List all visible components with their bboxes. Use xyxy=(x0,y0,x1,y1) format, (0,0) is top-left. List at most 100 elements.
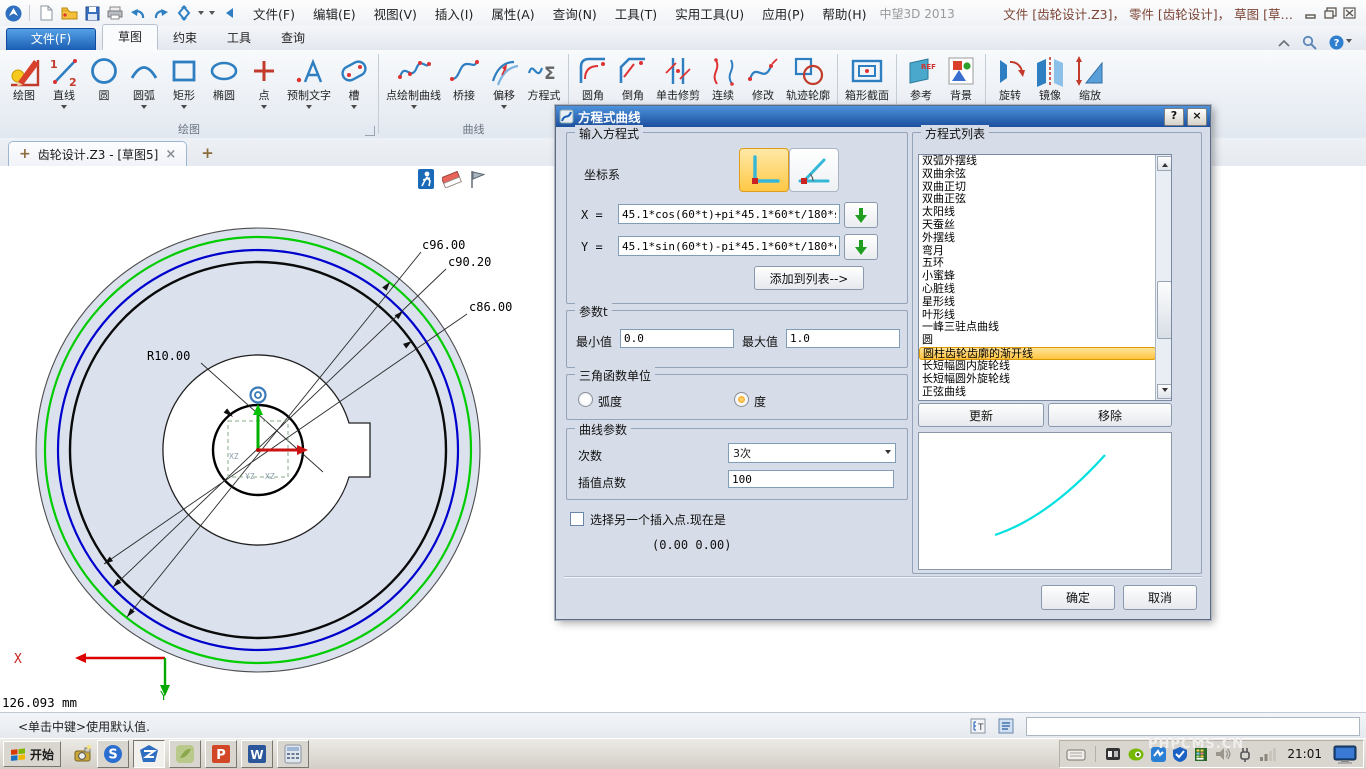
nvidia-tray-icon[interactable] xyxy=(1128,748,1144,761)
collapse-left-icon[interactable] xyxy=(220,4,238,22)
scroll-thumb[interactable] xyxy=(1157,281,1172,339)
new-file-icon[interactable] xyxy=(37,4,55,22)
ribbon-item-rectangle[interactable]: 矩形 xyxy=(164,53,204,112)
list-item[interactable]: 天蚕丝 xyxy=(919,219,1156,232)
network-signal-tray-icon[interactable] xyxy=(1259,748,1276,761)
text-dropdown-caret[interactable] xyxy=(306,105,312,112)
minimize-button[interactable] xyxy=(1305,7,1318,19)
list-item[interactable]: 星形线 xyxy=(919,296,1156,309)
screenshot-tool-icon[interactable] xyxy=(73,744,93,764)
eraser-icon[interactable] xyxy=(442,171,462,188)
power-plug-tray-icon[interactable] xyxy=(1238,747,1252,762)
ribbon-item-mirror[interactable]: 镜像 xyxy=(1030,53,1070,102)
new-document-tab-button[interactable]: + xyxy=(201,144,214,162)
menu-help[interactable]: 帮助(H) xyxy=(813,4,875,23)
regen-caret-icon[interactable] xyxy=(198,11,204,18)
dim-label-c86[interactable]: c86.00 xyxy=(469,300,512,314)
menu-tools[interactable]: 工具(T) xyxy=(606,4,666,23)
log-list-icon[interactable] xyxy=(998,718,1014,734)
quicklaunch-zw3d-active[interactable] xyxy=(133,740,165,768)
ribbon-item-equation[interactable]: Σ 方程式 xyxy=(524,53,564,102)
ribbon-item-reference[interactable]: REF 参考 xyxy=(901,53,941,102)
dim-label-r10[interactable]: R10.00 xyxy=(147,349,190,363)
offset-dropdown-caret[interactable] xyxy=(501,105,507,112)
y-equation-input[interactable] xyxy=(618,236,840,256)
ok-button[interactable]: 确定 xyxy=(1041,585,1115,610)
taskbar-clock[interactable]: 21:01 xyxy=(1283,747,1326,761)
ribbon-item-circle[interactable]: 圆 xyxy=(84,53,124,102)
list-item[interactable]: 一峰三驻点曲线 xyxy=(919,321,1156,334)
ribbon-item-line[interactable]: 12 直线 xyxy=(44,53,84,112)
menu-utilities[interactable]: 实用工具(U) xyxy=(666,4,753,23)
quicklaunch-notes-app[interactable] xyxy=(169,740,201,768)
customize-caret-icon[interactable] xyxy=(209,11,215,18)
filter-list-icon[interactable]: T xyxy=(970,718,986,734)
y-equation-apply-button[interactable] xyxy=(844,234,878,260)
list-item[interactable]: 长短幅圆外旋轮线 xyxy=(919,373,1156,386)
tab-constraint[interactable]: 约束 xyxy=(158,26,212,50)
menu-applications[interactable]: 应用(P) xyxy=(753,4,813,23)
list-item[interactable]: 双曲余弦 xyxy=(919,168,1156,181)
order-select[interactable]: 3次 xyxy=(728,443,896,463)
doc-tab-close-icon[interactable]: × xyxy=(165,147,176,162)
open-file-icon[interactable] xyxy=(60,4,78,22)
dialog-close-button[interactable]: × xyxy=(1187,108,1207,126)
list-item[interactable]: 正弦曲线 xyxy=(919,386,1156,399)
quicklaunch-s-app[interactable]: S xyxy=(97,740,129,768)
cartesian-coord-button[interactable] xyxy=(739,148,789,192)
tab-tools[interactable]: 工具 xyxy=(212,26,266,50)
ribbon-item-chamfer[interactable]: 倒角 xyxy=(613,53,653,102)
save-icon[interactable] xyxy=(83,4,101,22)
list-item-selected[interactable]: 圆柱齿轮齿廓的渐开线 xyxy=(919,347,1156,360)
scroll-up-button[interactable] xyxy=(1157,156,1172,171)
ribbon-item-rotate[interactable]: 旋转 xyxy=(990,53,1030,102)
dim-label-c96[interactable]: c96.00 xyxy=(422,238,465,252)
remove-button[interactable]: 移除 xyxy=(1048,403,1172,427)
add-to-list-button[interactable]: 添加到列表--> xyxy=(754,266,864,290)
list-item[interactable]: 心脏线 xyxy=(919,283,1156,296)
help-icon[interactable]: ? xyxy=(1329,35,1352,50)
ribbon-item-box-section[interactable]: 箱形截面 xyxy=(842,53,892,102)
undo-icon[interactable] xyxy=(129,4,147,22)
list-item[interactable]: 弯月 xyxy=(919,245,1156,258)
media-player-tray-icon[interactable] xyxy=(1105,747,1121,761)
insert-point-checkbox[interactable] xyxy=(570,512,584,526)
ribbon-item-bridge[interactable]: 桥接 xyxy=(444,53,484,102)
curve-by-points-caret[interactable] xyxy=(411,105,417,112)
quicklaunch-powerpoint[interactable]: P xyxy=(205,740,237,768)
ribbon-item-track-profile[interactable]: 轨迹轮廓 xyxy=(783,53,833,102)
list-item[interactable]: 双弧外摆线 xyxy=(919,155,1156,168)
quicklaunch-calculator[interactable] xyxy=(277,740,309,768)
menu-file[interactable]: 文件(F) xyxy=(244,4,304,23)
menu-edit[interactable]: 编辑(E) xyxy=(304,4,365,23)
minimize-ribbon-icon[interactable] xyxy=(1278,39,1290,47)
document-tab[interactable]: + 齿轮设计.Z3 - [草图5] × xyxy=(8,141,187,166)
rectangle-dropdown-caret[interactable] xyxy=(181,105,187,112)
ribbon-item-background[interactable]: 背景 xyxy=(941,53,981,102)
ribbon-item-curve-by-points[interactable]: 点绘制曲线 xyxy=(383,53,444,112)
update-tray-icon[interactable] xyxy=(1151,747,1166,762)
command-input[interactable] xyxy=(1026,717,1360,736)
volume-tray-icon[interactable] xyxy=(1215,747,1231,761)
equation-curve-dialog[interactable]: 方程式曲线 ? × 输入方程式 坐标系 X = Y = 添加到列表--> 参数t… xyxy=(555,105,1211,620)
close-button[interactable] xyxy=(1343,7,1356,19)
slot-dropdown-caret[interactable] xyxy=(351,105,357,112)
spreadsheet-tray-icon[interactable] xyxy=(1194,747,1208,762)
equation-listbox[interactable]: 双弧外摆线 双曲余弦 双曲正切 双曲正弦 太阳线 天蚕丝 外摆线 弯月 五环 小… xyxy=(918,154,1172,401)
dim-label-c90[interactable]: c90.20 xyxy=(448,255,491,269)
ribbon-item-fillet[interactable]: 圆角 xyxy=(573,53,613,102)
x-equation-input[interactable] xyxy=(618,204,840,224)
ribbon-item-offset[interactable]: 偏移 xyxy=(484,53,524,112)
min-value-input[interactable] xyxy=(620,329,734,348)
menu-inquire[interactable]: 查询(N) xyxy=(544,4,606,23)
ribbon-item-point[interactable]: 点 xyxy=(244,53,284,112)
exit-sketch-icon[interactable] xyxy=(418,169,434,189)
radian-radio[interactable] xyxy=(578,392,593,407)
menu-view[interactable]: 视图(V) xyxy=(365,4,426,23)
flag-icon[interactable] xyxy=(470,170,485,189)
max-value-input[interactable] xyxy=(786,329,900,348)
group-expand-icon[interactable] xyxy=(365,126,375,136)
regen-icon[interactable] xyxy=(175,4,193,22)
x-equation-apply-button[interactable] xyxy=(844,202,878,228)
ribbon-item-ellipse[interactable]: 椭圆 xyxy=(204,53,244,102)
